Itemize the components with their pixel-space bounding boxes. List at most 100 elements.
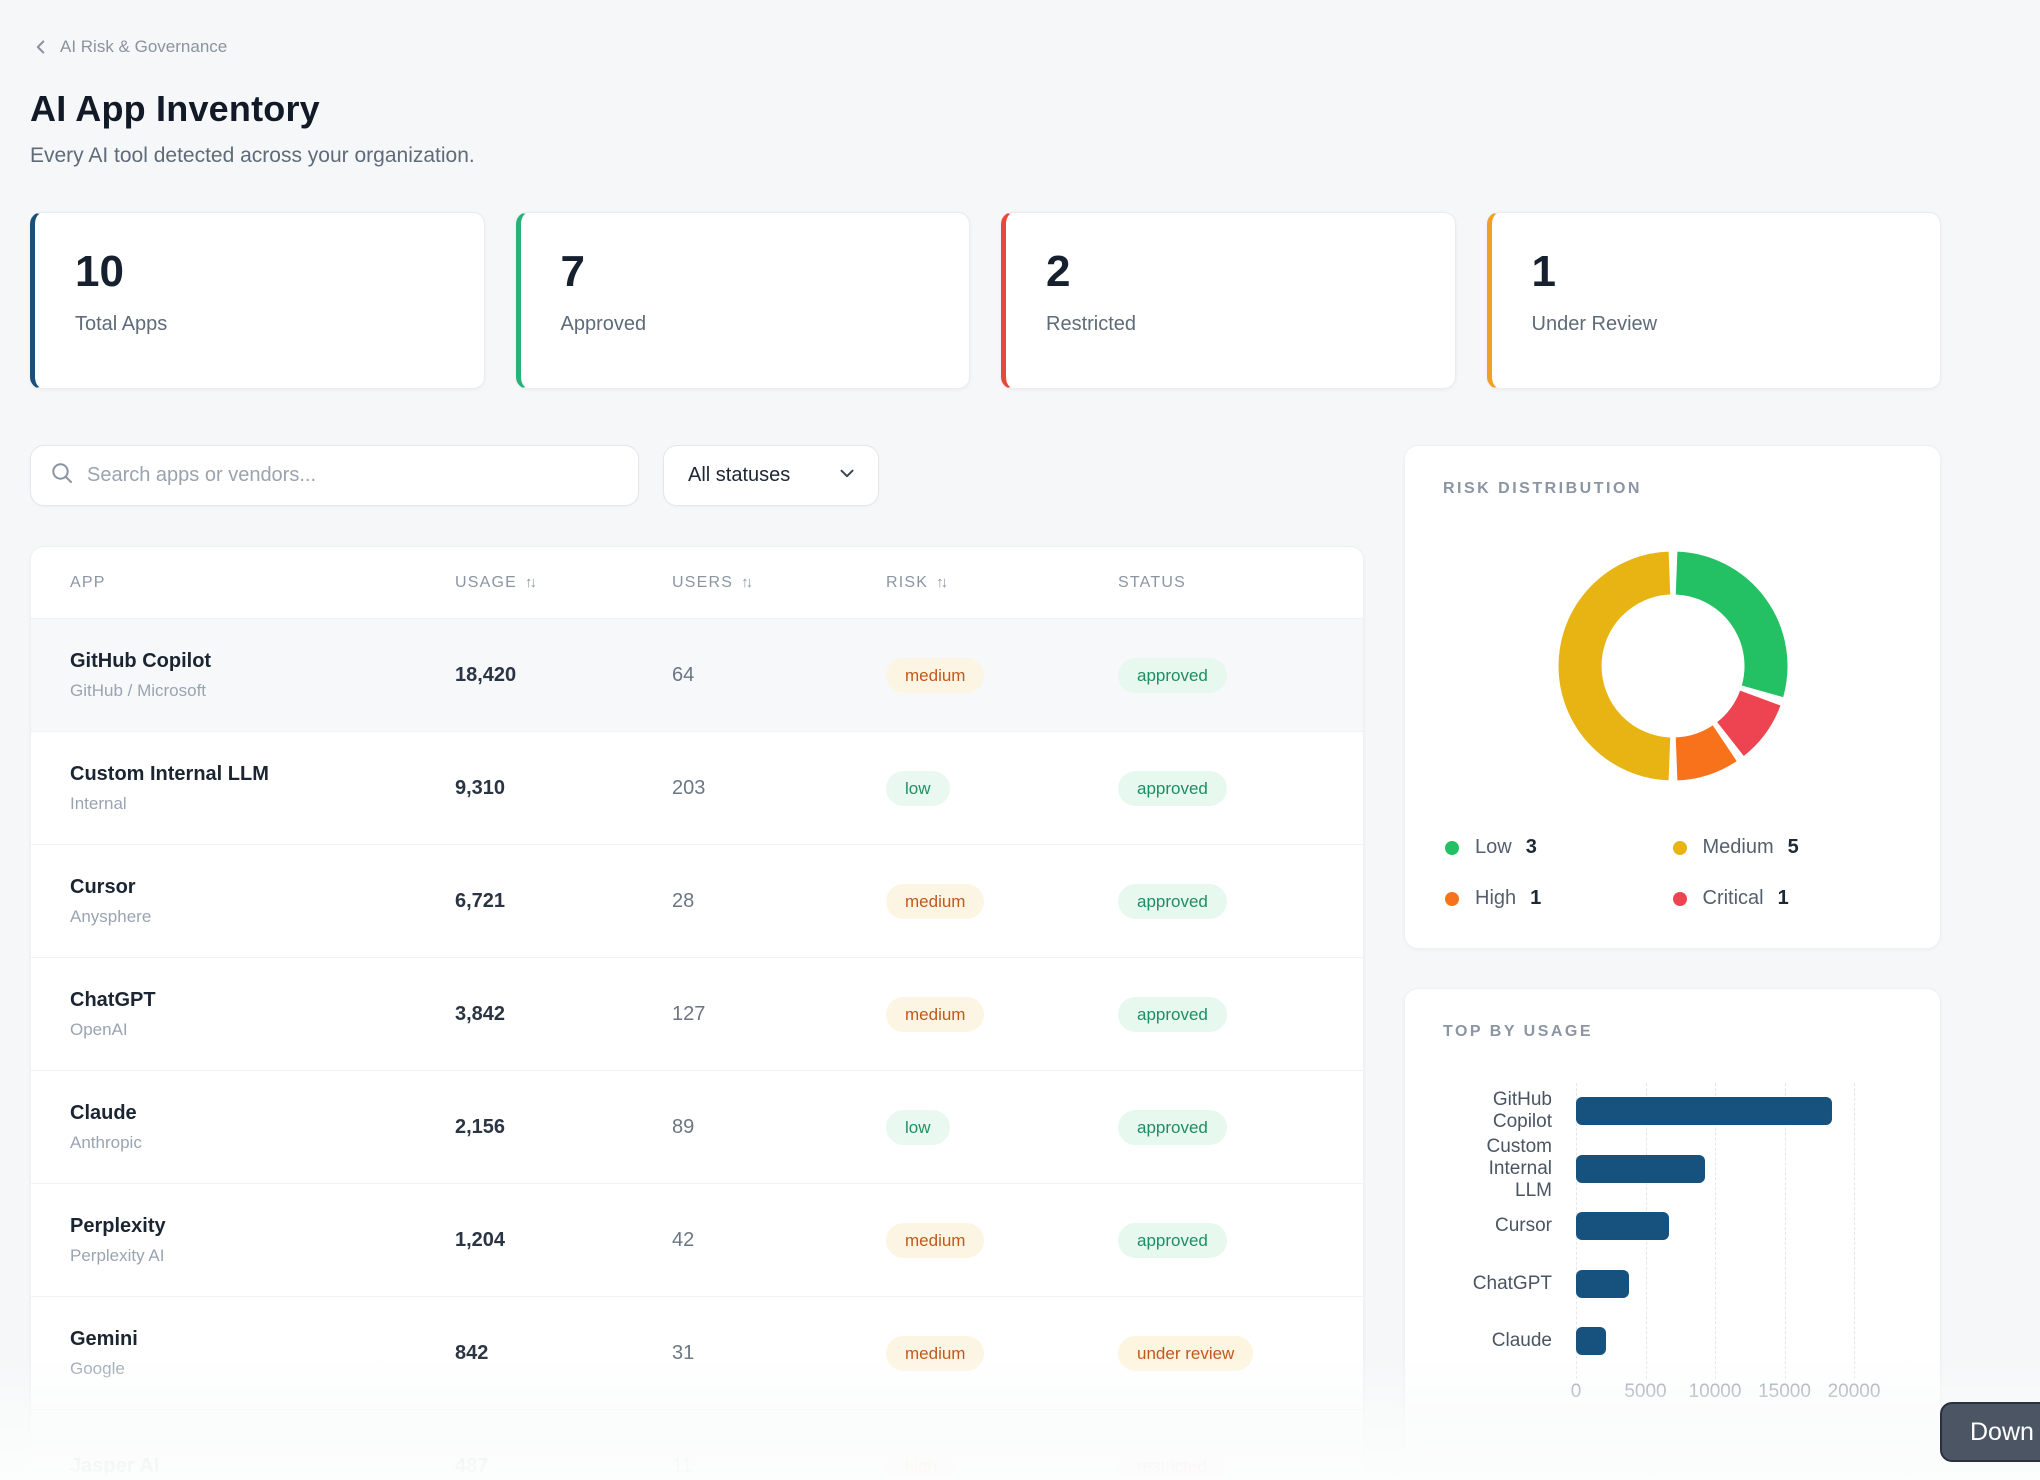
- status-filter-value: All statuses: [688, 464, 790, 487]
- status-cell: approved: [1118, 1223, 1363, 1258]
- users-value: 64: [672, 664, 886, 687]
- risk-badge: medium: [886, 1336, 984, 1371]
- status-cell: approved: [1118, 771, 1363, 806]
- breadcrumb[interactable]: AI Risk & Governance: [30, 36, 2040, 58]
- ai-app-inventory-page: AI Risk & Governance AI App Inventory Ev…: [0, 0, 2040, 1480]
- users-value: 127: [672, 1003, 886, 1026]
- app-cell: ClaudeAnthropic: [70, 1102, 455, 1153]
- users-value: 89: [672, 1116, 886, 1139]
- gridline-15000: [1785, 1083, 1786, 1379]
- breadcrumb-label[interactable]: AI Risk & Governance: [60, 37, 227, 57]
- legend-item-medium: Medium 5: [1673, 836, 1901, 859]
- table-row[interactable]: Jasper AI48711highrestricted: [31, 1410, 1363, 1480]
- usage-value: 18,420: [455, 664, 672, 687]
- column-label: STATUS: [1118, 574, 1186, 592]
- table-row[interactable]: PerplexityPerplexity AI1,20442mediumappr…: [31, 1184, 1363, 1297]
- usage-value: 487: [455, 1455, 672, 1478]
- column-label: USERS: [672, 574, 733, 592]
- status-badge: approved: [1118, 884, 1227, 919]
- usage-bar-2: [1576, 1155, 1705, 1183]
- chevron-left-icon: [30, 36, 52, 58]
- app-name: Jasper AI: [70, 1455, 455, 1478]
- legend-count: 5: [1788, 836, 1799, 859]
- risk-badge: medium: [886, 997, 984, 1032]
- legend-dot-icon: [1445, 841, 1459, 855]
- app-vendor: Internal: [70, 794, 455, 814]
- status-cell: restricted: [1118, 1449, 1363, 1480]
- chevron-down-icon: [836, 462, 858, 490]
- stat-label: Total Apps: [75, 313, 484, 336]
- app-cell: Jasper AI: [70, 1455, 455, 1478]
- stat-value: 2: [1046, 247, 1455, 297]
- table-row[interactable]: Custom Internal LLMInternal9,310203lowap…: [31, 732, 1363, 845]
- stat-value: 7: [561, 247, 970, 297]
- risk-badge: low: [886, 771, 950, 806]
- app-cell: GeminiGoogle: [70, 1328, 455, 1379]
- app-cell: Custom Internal LLMInternal: [70, 763, 455, 814]
- stat-label: Under Review: [1532, 313, 1941, 336]
- risk-cell: high: [886, 1449, 1118, 1480]
- search-input[interactable]: [87, 464, 620, 487]
- stat-card-under-review: 1 Under Review: [1487, 212, 1942, 389]
- download-button[interactable]: Down: [1940, 1402, 2040, 1462]
- top-by-usage-chart: 05000100001500020000GitHub CopilotCustom…: [1405, 1069, 1942, 1419]
- app-cell: CursorAnysphere: [70, 876, 455, 927]
- bar-category-label: ChatGPT: [1405, 1273, 1552, 1295]
- app-vendor: Anthropic: [70, 1133, 455, 1153]
- table-row[interactable]: CursorAnysphere6,72128mediumapproved: [31, 845, 1363, 958]
- risk-cell: low: [886, 1110, 1118, 1145]
- donut-segment-critical: [1731, 698, 1761, 739]
- users-value: 203: [672, 777, 886, 800]
- app-name: Gemini: [70, 1328, 455, 1351]
- status-badge: restricted: [1118, 1449, 1226, 1480]
- app-name: Perplexity: [70, 1215, 455, 1238]
- bar-category-label: GitHub Copilot: [1405, 1089, 1552, 1133]
- status-cell: under review: [1118, 1336, 1363, 1371]
- stat-cards-row: 10Total Apps7Approved2Restricted1Under R…: [30, 212, 1941, 389]
- risk-cell: medium: [886, 658, 1118, 693]
- usage-bar-3: [1576, 1212, 1669, 1240]
- table-row[interactable]: GitHub CopilotGitHub / Microsoft18,42064…: [31, 619, 1363, 732]
- legend-label: Medium: [1703, 836, 1774, 859]
- stat-card-restricted: 2Restricted: [1001, 212, 1456, 389]
- sort-icon[interactable]: ↑↓: [741, 574, 750, 591]
- risk-cell: low: [886, 771, 1118, 806]
- legend-item-critical: Critical1: [1673, 887, 1901, 910]
- column-header-users[interactable]: USERS ↑↓: [672, 574, 886, 592]
- legend-label: High: [1475, 887, 1516, 910]
- column-header-usage[interactable]: USAGE ↑↓: [455, 574, 672, 592]
- column-header-risk[interactable]: RISK ↑↓: [886, 574, 1118, 592]
- table-row[interactable]: ChatGPTOpenAI3,842127mediumapproved: [31, 958, 1363, 1071]
- risk-distribution-card: RISK DISTRIBUTION Low3Medium5High1Critic…: [1404, 445, 1941, 949]
- app-vendor: GitHub / Microsoft: [70, 681, 455, 701]
- risk-distribution-title: RISK DISTRIBUTION: [1443, 480, 1642, 498]
- column-header-status: STATUS: [1118, 574, 1363, 592]
- stat-value: 1: [1532, 247, 1941, 297]
- bar-category-label: Cursor: [1405, 1215, 1552, 1237]
- legend-item-high: High1: [1445, 887, 1673, 910]
- bar-category-label: Claude: [1405, 1330, 1552, 1352]
- legend-dot-icon: [1673, 892, 1687, 906]
- search-icon: [49, 460, 75, 491]
- risk-badge: medium: [886, 658, 984, 693]
- risk-badge: medium: [886, 1223, 984, 1258]
- stat-card-approved: 7Approved: [516, 212, 971, 389]
- sort-icon[interactable]: ↑↓: [525, 574, 534, 591]
- column-label: RISK: [886, 574, 928, 592]
- status-badge: approved: [1118, 997, 1227, 1032]
- table-row[interactable]: GeminiGoogle84231mediumunder review: [31, 1297, 1363, 1410]
- table-row[interactable]: ClaudeAnthropic2,15689lowapproved: [31, 1071, 1363, 1184]
- status-cell: approved: [1118, 1110, 1363, 1145]
- donut-segment-high: [1677, 743, 1725, 759]
- usage-value: 3,842: [455, 1003, 672, 1026]
- usage-value: 2,156: [455, 1116, 672, 1139]
- users-value: 42: [672, 1229, 886, 1252]
- app-cell: GitHub CopilotGitHub / Microsoft: [70, 650, 455, 701]
- sort-icon[interactable]: ↑↓: [936, 574, 945, 591]
- status-cell: approved: [1118, 884, 1363, 919]
- donut-segment-medium: [1580, 573, 1669, 759]
- status-filter-select[interactable]: All statuses: [663, 445, 879, 506]
- column-label: USAGE: [455, 574, 517, 592]
- legend-label: Critical: [1703, 887, 1764, 910]
- top-by-usage-title: TOP BY USAGE: [1443, 1023, 1593, 1041]
